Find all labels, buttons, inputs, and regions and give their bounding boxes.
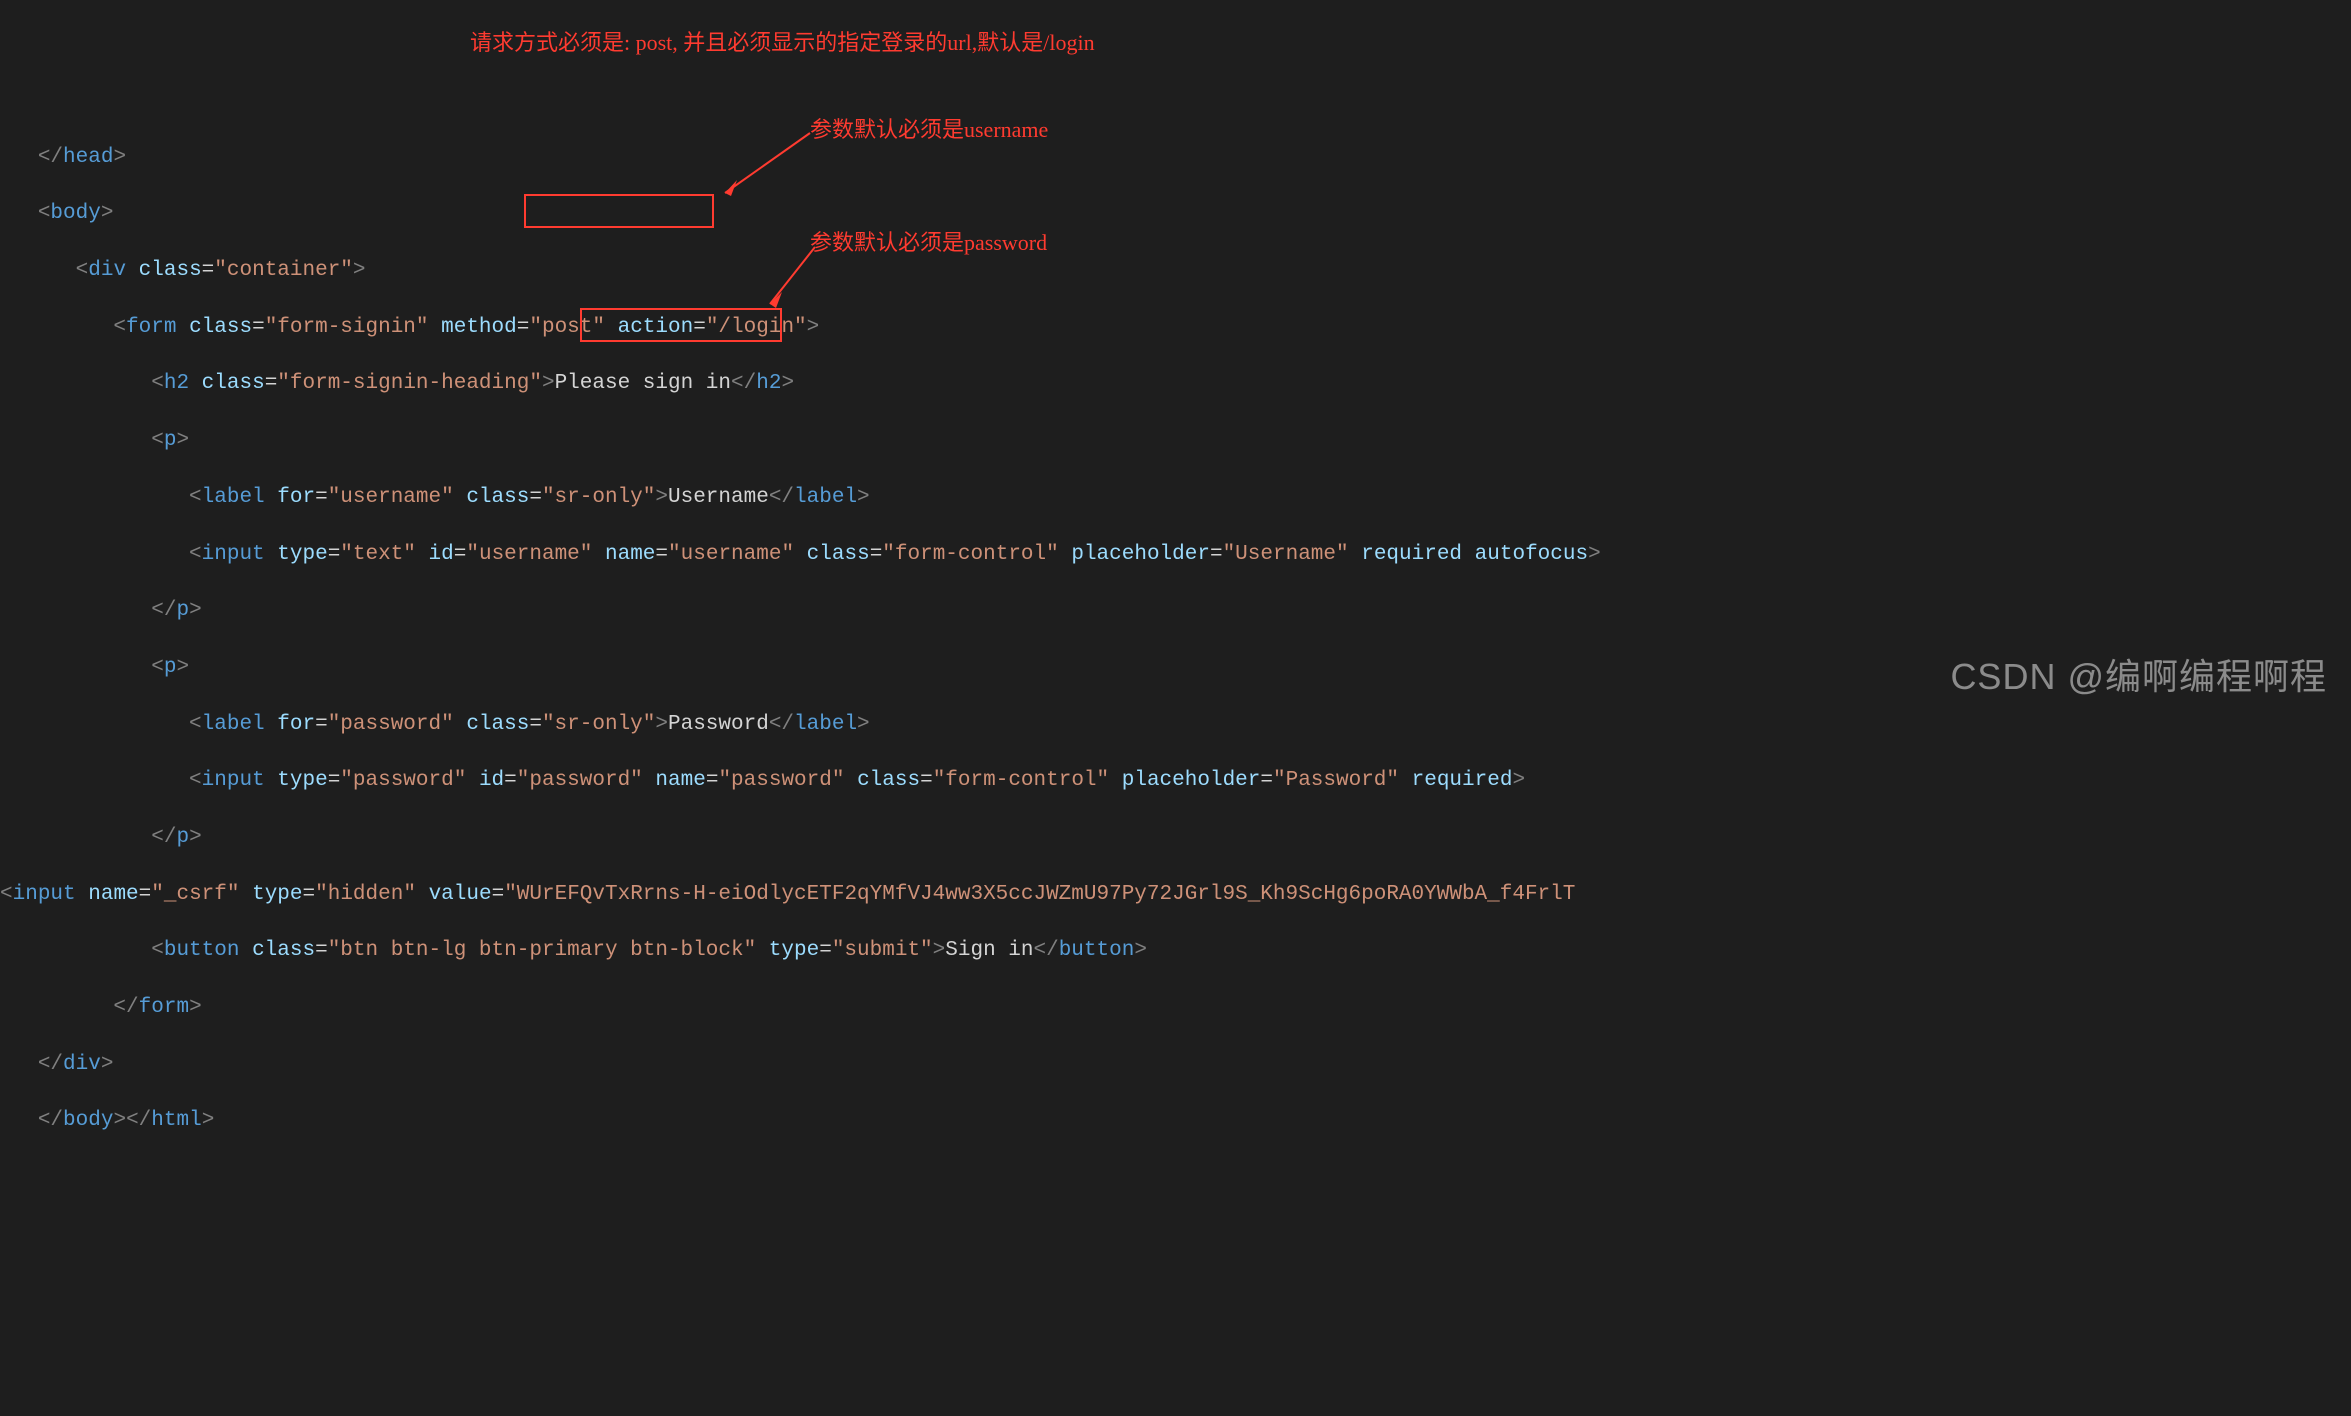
code-line: <input type="text" id="username" name="u… [0, 541, 2351, 569]
code-line: </div> [0, 1051, 2351, 1079]
annotation-username: 参数默认必须是username [810, 115, 1048, 145]
code-line: </p> [0, 824, 2351, 852]
code-block: </head> <body> <div class="container"> <… [0, 113, 2351, 1164]
annotation-top: 请求方式必须是: post, 并且必须显示的指定登录的url,默认是/login [470, 28, 1095, 58]
code-line: <p> [0, 427, 2351, 455]
code-line: </form> [0, 994, 2351, 1022]
annotation-password: 参数默认必须是password [810, 228, 1047, 258]
code-line: <label for="password" class="sr-only">Pa… [0, 711, 2351, 739]
highlight-box-username [524, 194, 714, 228]
code-line: <body> [0, 200, 2351, 228]
code-line: <input type="password" id="password" nam… [0, 767, 2351, 795]
code-line: <input name="_csrf" type="hidden" value=… [0, 881, 2351, 909]
code-line: </head> [0, 144, 2351, 172]
code-line: <h2 class="form-signin-heading">Please s… [0, 370, 2351, 398]
code-line: <form class="form-signin" method="post" … [0, 314, 2351, 342]
highlight-box-password [580, 308, 782, 342]
arrow-icon [715, 128, 815, 203]
code-line: </body></html> [0, 1107, 2351, 1135]
code-line: <label for="username" class="sr-only">Us… [0, 484, 2351, 512]
code-line: <button class="btn btn-lg btn-primary bt… [0, 937, 2351, 965]
code-line: <div class="container"> [0, 257, 2351, 285]
watermark: CSDN @编啊编程啊程 [1950, 653, 2327, 702]
code-line: </p> [0, 597, 2351, 625]
